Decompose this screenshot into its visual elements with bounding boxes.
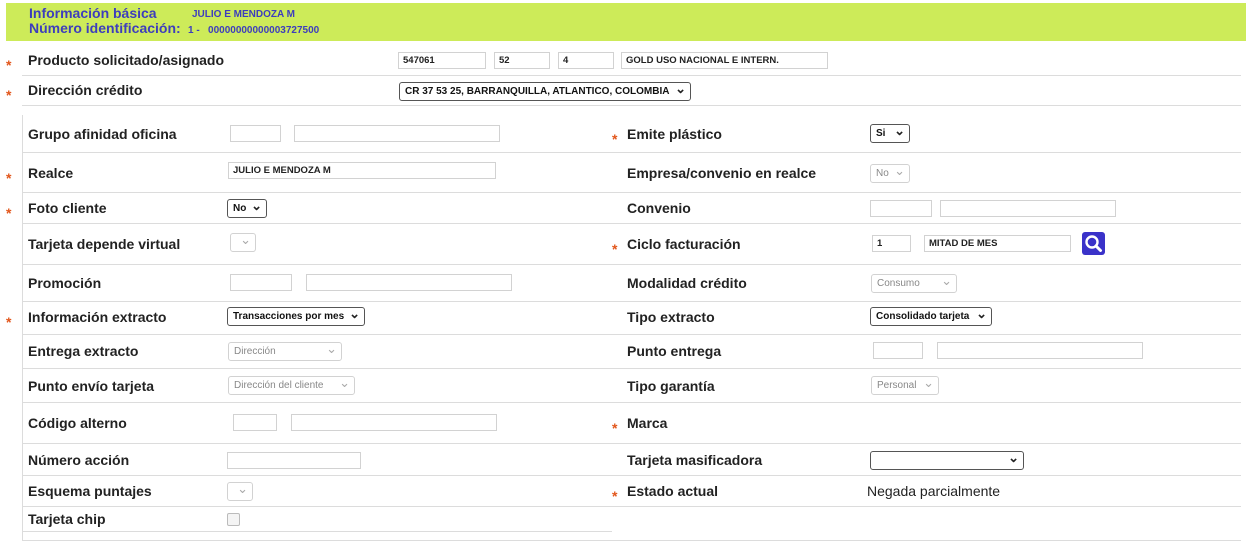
modalidad-credito-select[interactable]: Consumo <box>871 274 957 293</box>
foto-cliente-label: Foto cliente <box>28 200 107 216</box>
producto-code3-input[interactable] <box>558 52 614 69</box>
esquema-puntajes-select[interactable] <box>227 482 253 501</box>
estado-actual-value: Negada parcialmente <box>867 483 1001 499</box>
punto-envio-tarjeta-select[interactable]: Dirección del cliente <box>228 376 355 395</box>
divider <box>22 192 1241 193</box>
divider <box>22 264 1241 265</box>
id-label: Número identificación: <box>29 20 181 36</box>
divider <box>22 402 1241 403</box>
punto-entrega-code-input[interactable] <box>873 342 923 359</box>
divider <box>22 75 1241 76</box>
divider <box>22 475 1241 476</box>
codigo-alterno-name-input[interactable] <box>291 414 497 431</box>
punto-envio-tarjeta-label: Punto envío tarjeta <box>28 378 155 394</box>
divider <box>22 506 1241 507</box>
producto-description-input[interactable] <box>621 52 828 69</box>
required-marker: * <box>612 420 618 436</box>
id-value: 1 - 00000000000003727500 <box>188 25 320 36</box>
promocion-label: Promoción <box>28 275 102 291</box>
convenio-label: Convenio <box>627 200 691 216</box>
entrega-extracto-select[interactable]: Dirección <box>228 342 342 361</box>
required-marker: * <box>6 57 12 73</box>
tipo-garantia-select[interactable]: Personal <box>871 376 939 395</box>
empresa-convenio-label: Empresa/convenio en realce <box>627 165 817 181</box>
tarjeta-chip-checkbox[interactable] <box>227 513 240 526</box>
producto-code1-input[interactable] <box>398 52 486 69</box>
grupo-afinidad-code-input[interactable] <box>230 125 281 142</box>
codigo-alterno-label: Código alterno <box>28 415 127 431</box>
tipo-extracto-label: Tipo extracto <box>627 309 715 325</box>
punto-entrega-name-input[interactable] <box>937 342 1143 359</box>
direccion-credito-select[interactable]: CR 37 53 25, BARRANQUILLA, ATLANTICO, CO… <box>399 82 691 101</box>
divider <box>22 540 1241 541</box>
required-marker: * <box>612 488 618 504</box>
emite-plastico-select[interactable]: Si <box>870 124 910 143</box>
tarjeta-depende-virtual-select[interactable] <box>230 233 256 252</box>
required-marker: * <box>612 131 618 147</box>
estado-actual-label: Estado actual <box>627 483 719 499</box>
ciclo-facturacion-code-input[interactable] <box>872 235 911 252</box>
tipo-garantia-label: Tipo garantía <box>627 378 715 394</box>
empresa-convenio-select[interactable]: No <box>870 164 910 183</box>
divider <box>22 152 1241 153</box>
producto-code2-input[interactable] <box>494 52 550 69</box>
realce-input[interactable] <box>228 162 496 179</box>
modalidad-credito-label: Modalidad crédito <box>627 275 747 291</box>
numero-accion-label: Número acción <box>28 452 130 468</box>
foto-cliente-select[interactable]: No <box>227 199 267 218</box>
ciclo-facturacion-name-input[interactable] <box>924 235 1071 252</box>
numero-accion-input[interactable] <box>227 452 361 469</box>
required-marker: * <box>6 170 12 186</box>
divider <box>22 368 1241 369</box>
divider <box>22 334 1241 335</box>
marca-label: Marca <box>627 415 668 431</box>
ciclo-facturacion-label: Ciclo facturación <box>627 236 741 252</box>
divider <box>22 443 1241 444</box>
punto-entrega-label: Punto entrega <box>627 343 722 359</box>
required-marker: * <box>612 241 618 257</box>
promocion-name-input[interactable] <box>306 274 512 291</box>
esquema-puntajes-label: Esquema puntajes <box>28 483 152 499</box>
required-marker: * <box>6 87 12 103</box>
emite-plastico-label: Emite plástico <box>627 126 722 142</box>
required-marker: * <box>6 314 12 330</box>
direccion-credito-label: Dirección crédito <box>28 82 143 98</box>
promocion-code-input[interactable] <box>230 274 292 291</box>
divider <box>22 301 1241 302</box>
realce-label: Realce <box>28 165 74 181</box>
convenio-code-input[interactable] <box>870 200 932 217</box>
basic-info-label: Información básica <box>29 5 157 21</box>
client-name: JULIO E MENDOZA M <box>192 9 295 20</box>
grupo-afinidad-label: Grupo afinidad oficina <box>28 126 177 142</box>
tarjeta-chip-label: Tarjeta chip <box>28 511 106 527</box>
informacion-extracto-label: Información extracto <box>28 309 167 325</box>
tarjeta-masificadora-label: Tarjeta masificadora <box>627 452 763 468</box>
entrega-extracto-label: Entrega extracto <box>28 343 139 359</box>
search-icon <box>1085 235 1102 252</box>
divider <box>22 223 1241 224</box>
tarjeta-masificadora-select[interactable] <box>870 451 1024 470</box>
divider <box>22 115 23 541</box>
ciclo-facturacion-search-button[interactable] <box>1082 232 1105 255</box>
required-marker: * <box>6 205 12 221</box>
producto-label: Producto solicitado/asignado <box>28 52 225 68</box>
divider <box>22 531 612 532</box>
divider <box>22 105 1241 106</box>
codigo-alterno-code-input[interactable] <box>233 414 277 431</box>
tarjeta-depende-virtual-label: Tarjeta depende virtual <box>28 236 181 252</box>
informacion-extracto-select[interactable]: Transacciones por mes <box>227 307 365 326</box>
tipo-extracto-select[interactable]: Consolidado tarjeta <box>870 307 992 326</box>
grupo-afinidad-name-input[interactable] <box>294 125 500 142</box>
convenio-name-input[interactable] <box>940 200 1116 217</box>
